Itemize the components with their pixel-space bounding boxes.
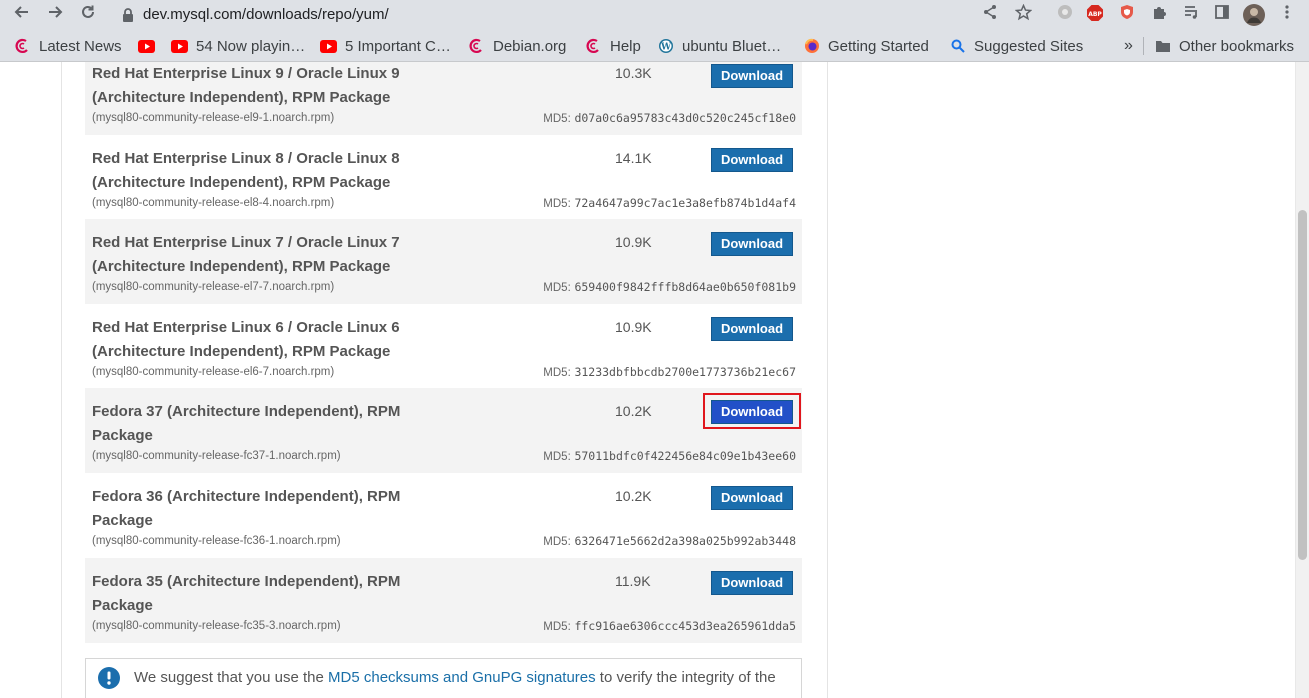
download-button[interactable]: Download <box>711 232 793 256</box>
md5-checksum: MD5: 72a4647a99c7ac1e3a8efb874b1d4af4 <box>543 196 796 210</box>
back-arrow-icon[interactable] <box>10 3 34 27</box>
media-queue-icon[interactable] <box>1180 4 1202 26</box>
debian-icon <box>585 38 602 55</box>
package-title: Fedora 36 (Architecture Independent), RP… <box>92 488 401 529</box>
svg-text:W: W <box>659 43 671 53</box>
search-icon <box>949 38 966 55</box>
download-button[interactable]: Download <box>711 400 793 424</box>
bookmark-ubuntu-bluetooth[interactable]: W ubuntu Bluet… <box>657 35 781 57</box>
package-title: Red Hat Enterprise Linux 9 / Oracle Linu… <box>92 65 400 106</box>
download-button[interactable]: Download <box>711 486 793 510</box>
menu-icon[interactable] <box>1276 4 1298 26</box>
puzzle-icon[interactable] <box>1148 4 1170 26</box>
md5-checksum: MD5: d07a0c6a95783c43d0c520c245cf18e0 <box>543 111 796 125</box>
content-border-right <box>827 62 828 698</box>
page-content: Red Hat Enterprise Linux 9 / Oracle Linu… <box>0 62 1295 698</box>
package-size: 14.1K <box>615 150 652 166</box>
download-row-fc35: Fedora 35 (Architecture Independent), RP… <box>85 558 802 643</box>
avatar[interactable] <box>1243 4 1265 26</box>
youtube-icon <box>320 38 337 55</box>
bookmark-latest-news[interactable]: Latest News <box>14 35 122 57</box>
package-size: 10.3K <box>615 65 652 81</box>
package-size: 10.2K <box>615 403 652 419</box>
wordpress-icon: W <box>657 38 674 55</box>
download-row-el7: Red Hat Enterprise Linux 7 / Oracle Linu… <box>85 219 802 304</box>
bookmark-getting-started[interactable]: Getting Started <box>803 35 929 57</box>
checksums-link[interactable]: MD5 checksums and GnuPG signatures <box>328 669 596 686</box>
content-border-left <box>61 62 62 698</box>
md5-checksum: MD5: 31233dbfbbcdb2700e1773736b21ec67 <box>543 365 796 379</box>
share-icon[interactable] <box>979 4 1001 26</box>
bookmark-help[interactable]: Help <box>585 35 641 57</box>
package-title: Red Hat Enterprise Linux 8 / Oracle Linu… <box>92 150 400 191</box>
integrity-notice: We suggest that you use the MD5 checksum… <box>85 658 802 698</box>
package-size: 10.9K <box>615 319 652 335</box>
package-size: 10.9K <box>615 234 652 250</box>
download-button[interactable]: Download <box>711 317 793 341</box>
bookmark-now-playing[interactable]: 54 Now playin… <box>171 35 305 57</box>
scrollbar-thumb[interactable] <box>1298 210 1307 560</box>
forward-arrow-icon[interactable] <box>43 3 67 27</box>
package-title: Fedora 35 (Architecture Independent), RP… <box>92 573 401 614</box>
package-filename: (mysql80-community-release-el8-4.noarch.… <box>92 197 335 209</box>
md5-checksum: MD5: 57011bdfc0f422456e84c09e1b43ee60 <box>543 449 796 463</box>
download-button[interactable]: Download <box>711 571 793 595</box>
browser-toolbar: dev.mysql.com/downloads/repo/yum/ ABP <box>0 0 1309 30</box>
package-filename: (mysql80-community-release-fc35-3.noarch… <box>92 620 341 632</box>
package-filename: (mysql80-community-release-el6-7.noarch.… <box>92 366 335 378</box>
youtube-icon <box>171 38 188 55</box>
reload-icon[interactable] <box>76 3 100 27</box>
firefox-icon <box>803 38 820 55</box>
download-button[interactable]: Download <box>711 64 793 88</box>
package-filename: (mysql80-community-release-el9-1.noarch.… <box>92 112 335 124</box>
package-size: 11.9K <box>615 573 651 589</box>
bookmarks-overflow-button[interactable]: » <box>1124 35 1133 57</box>
md5-checksum: MD5: 6326471e5662d2a398a025b992ab3448 <box>543 534 796 548</box>
debian-icon <box>468 38 485 55</box>
download-row-fc36: Fedora 36 (Architecture Independent), RP… <box>85 473 802 558</box>
svg-text:ABP: ABP <box>1088 11 1102 18</box>
md5-checksum: MD5: 659400f9842fffb8d64ae0b650f081b9 <box>543 280 796 294</box>
download-row-fc37: Fedora 37 (Architecture Independent), RP… <box>85 388 802 473</box>
bookmark-youtube[interactable] <box>138 35 163 57</box>
package-filename: (mysql80-community-release-fc37-1.noarch… <box>92 450 341 462</box>
package-filename: (mysql80-community-release-fc36-1.noarch… <box>92 535 341 547</box>
abp-icon[interactable]: ABP <box>1084 4 1106 26</box>
extension-gray-icon[interactable] <box>1054 4 1076 26</box>
package-filename: (mysql80-community-release-el7-7.noarch.… <box>92 281 335 293</box>
youtube-icon <box>138 38 155 55</box>
lock-icon[interactable] <box>120 7 136 23</box>
bookmarks-bar: Latest News 54 Now playin… 5 Important C… <box>0 30 1309 62</box>
sidepanel-icon[interactable] <box>1211 4 1233 26</box>
star-icon[interactable] <box>1012 3 1034 26</box>
info-icon <box>98 667 120 689</box>
notice-text: We suggest that you use the MD5 checksum… <box>134 669 776 686</box>
package-size: 10.2K <box>615 488 652 504</box>
download-row-el8: Red Hat Enterprise Linux 8 / Oracle Linu… <box>85 135 802 220</box>
download-row-el9: Red Hat Enterprise Linux 9 / Oracle Linu… <box>85 62 802 135</box>
md5-checksum: MD5: ffc916ae6306ccc453d3ea265961dda5 <box>543 619 796 633</box>
package-title: Red Hat Enterprise Linux 6 / Oracle Linu… <box>92 319 400 360</box>
download-button[interactable]: Download <box>711 148 793 172</box>
download-row-el6: Red Hat Enterprise Linux 6 / Oracle Linu… <box>85 304 802 389</box>
bookmark-important[interactable]: 5 Important C… <box>320 35 451 57</box>
shield-icon[interactable] <box>1116 4 1138 26</box>
bookmark-suggested-sites[interactable]: Suggested Sites <box>949 35 1083 57</box>
bookmarks-divider <box>1143 37 1144 55</box>
bookmark-debian[interactable]: Debian.org <box>468 35 566 57</box>
page-scrollbar[interactable] <box>1295 62 1309 698</box>
package-title: Red Hat Enterprise Linux 7 / Oracle Linu… <box>92 234 400 275</box>
package-title: Fedora 37 (Architecture Independent), RP… <box>92 403 401 444</box>
other-bookmarks[interactable]: Other bookmarks <box>1154 35 1294 57</box>
folder-icon <box>1154 38 1171 55</box>
url-text[interactable]: dev.mysql.com/downloads/repo/yum/ <box>143 6 389 23</box>
debian-icon <box>14 38 31 55</box>
